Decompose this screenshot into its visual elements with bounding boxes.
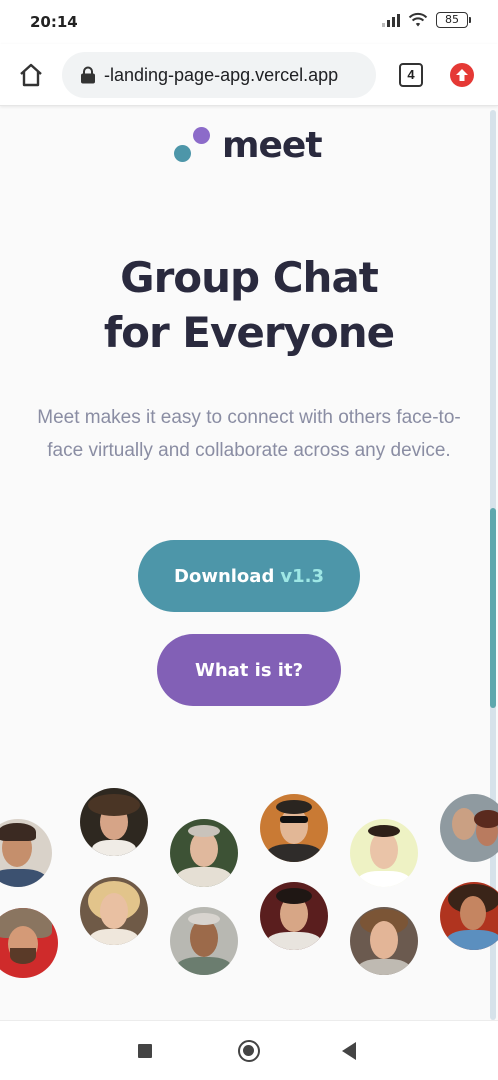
description-text: Meet makes it easy to connect with other… [37, 407, 461, 461]
page-title: Group Chat for Everyone [0, 250, 498, 360]
avatar [0, 819, 52, 887]
arrow-up-icon [456, 69, 468, 81]
download-label: Download [174, 565, 275, 587]
url-text: -landing-page-apg.vercel.app [104, 64, 339, 85]
avatar [0, 908, 58, 978]
browser-toolbar: -landing-page-apg.vercel.app 4 [0, 44, 498, 106]
scrollbar-thumb[interactable] [490, 508, 496, 708]
address-bar[interactable]: -landing-page-apg.vercel.app [62, 52, 376, 98]
status-time: 20:14 [30, 13, 78, 31]
home-button[interactable] [16, 60, 46, 90]
headline-line-2: for Everyone [103, 308, 395, 357]
system-nav-bar [0, 1020, 498, 1080]
tab-switcher-button[interactable]: 4 [399, 63, 423, 87]
avatar [350, 907, 418, 975]
avatar [350, 819, 418, 887]
download-button[interactable]: Download v1.3 [138, 540, 360, 612]
meet-logo[interactable]: meet [174, 125, 323, 166]
status-bar: 20:14 85 [0, 0, 498, 44]
back-button[interactable] [342, 1042, 356, 1060]
battery-icon: 85 [436, 12, 471, 28]
avatar [170, 819, 238, 887]
status-icons: 85 [382, 12, 471, 28]
wifi-icon [408, 12, 428, 27]
update-button[interactable] [450, 63, 474, 87]
avatar [170, 907, 238, 975]
headline-line-1: Group Chat [120, 253, 379, 302]
avatar [440, 794, 498, 862]
logo-text: meet [222, 125, 323, 166]
signal-icon [382, 13, 400, 27]
avatar [80, 877, 148, 945]
recents-button[interactable] [138, 1044, 152, 1058]
home-icon [20, 63, 42, 87]
what-is-it-button[interactable]: What is it? [157, 634, 341, 706]
avatar [440, 882, 498, 950]
avatar [260, 794, 328, 862]
logo-dots-icon [174, 126, 212, 165]
home-nav-button[interactable] [238, 1040, 260, 1062]
lock-icon [81, 66, 95, 84]
avatar [260, 882, 328, 950]
download-version: v1.3 [280, 565, 324, 587]
avatar [80, 788, 148, 856]
